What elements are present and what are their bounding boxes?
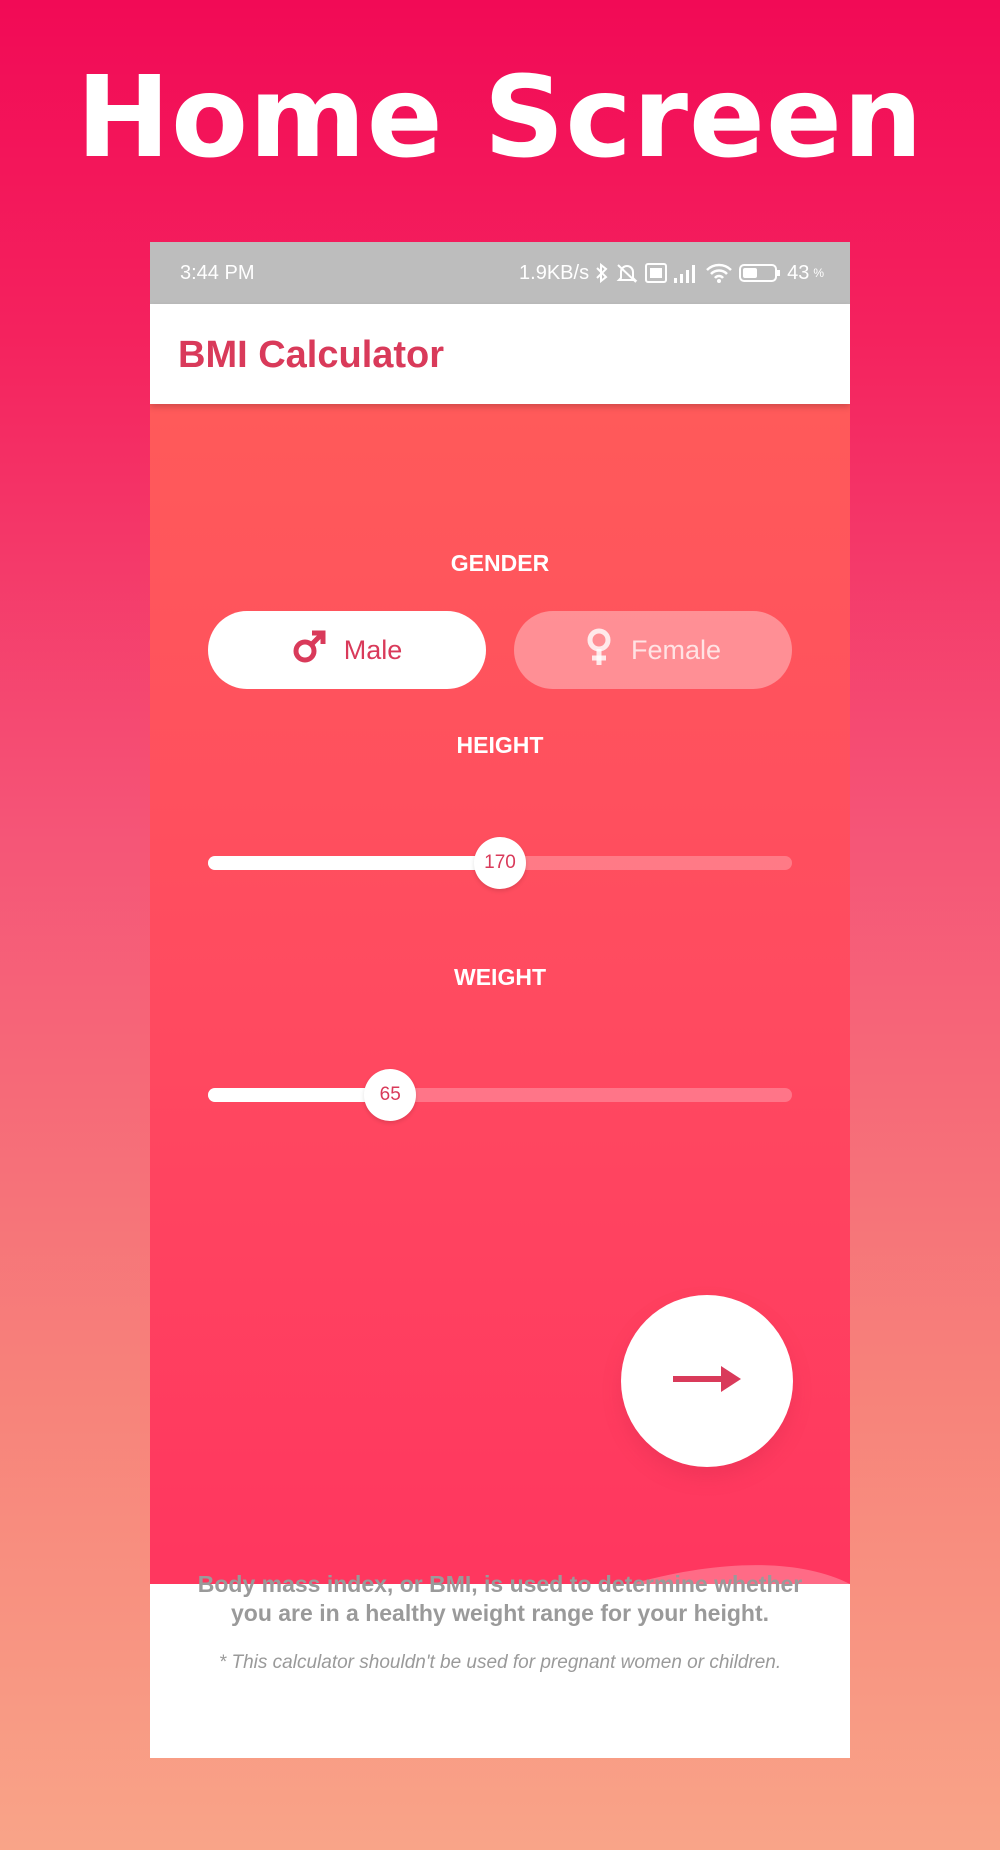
status-time: 3:44 PM bbox=[180, 262, 255, 284]
male-icon bbox=[292, 630, 326, 671]
app-bar: BMI Calculator bbox=[150, 304, 850, 404]
calculator-panel: GENDER Male Female HEIGHT 170 WEIGHT 65 bbox=[150, 404, 850, 1758]
volte-icon bbox=[645, 262, 668, 284]
page-headline: Home Screen bbox=[76, 53, 924, 183]
weight-slider-thumb[interactable]: 65 bbox=[364, 1069, 417, 1121]
height-label: HEIGHT bbox=[456, 732, 544, 758]
weight-slider-fill bbox=[208, 1088, 391, 1102]
status-icons: 1.9KB/s 43 % bbox=[519, 261, 824, 285]
bluetooth-icon bbox=[595, 261, 609, 285]
signal-icon bbox=[673, 262, 699, 284]
bmi-description: Body mass index, or BMI, is used to dete… bbox=[197, 1571, 803, 1626]
wifi-icon bbox=[705, 262, 733, 284]
male-label: Male bbox=[343, 634, 403, 665]
battery-icon bbox=[739, 262, 781, 284]
status-bar: 3:44 PM 1.9KB/s 43 % bbox=[150, 242, 850, 304]
height-slider[interactable]: 170 bbox=[208, 837, 792, 889]
female-button[interactable]: Female bbox=[514, 611, 792, 689]
height-slider-fill bbox=[208, 856, 500, 870]
female-label: Female bbox=[630, 634, 722, 665]
weight-slider[interactable]: 65 bbox=[208, 1069, 792, 1121]
battery-level: 43 bbox=[787, 261, 810, 284]
gender-label: GENDER bbox=[450, 550, 550, 576]
arrow-right-icon bbox=[671, 1362, 743, 1401]
weight-value: 65 bbox=[379, 1084, 401, 1105]
weight-label: WEIGHT bbox=[454, 964, 546, 990]
height-value: 170 bbox=[484, 852, 516, 873]
female-icon bbox=[585, 628, 613, 673]
male-button[interactable]: Male bbox=[208, 611, 486, 689]
bmi-disclaimer: * This calculator shouldn't be used for … bbox=[218, 1652, 782, 1673]
phone-screen: 3:44 PM 1.9KB/s 43 % BMI Calculator GEND… bbox=[150, 242, 850, 1758]
app-title: BMI Calculator bbox=[178, 334, 445, 376]
battery-unit: % bbox=[813, 266, 824, 280]
calculate-next-button[interactable] bbox=[621, 1295, 793, 1467]
network-speed: 1.9KB/s bbox=[519, 261, 590, 284]
alarm-off-icon bbox=[615, 261, 639, 285]
height-slider-thumb[interactable]: 170 bbox=[474, 837, 526, 889]
